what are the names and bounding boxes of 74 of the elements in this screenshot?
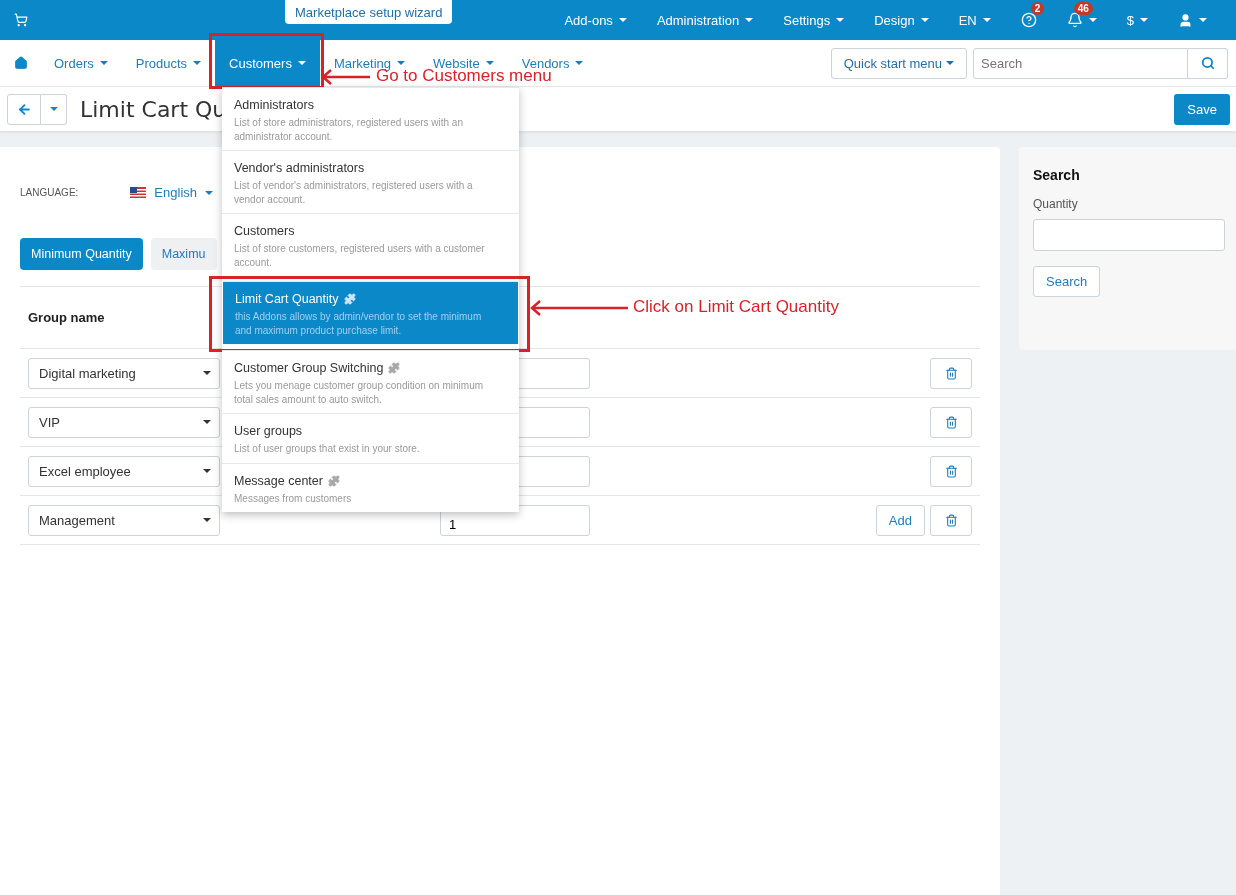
search-field[interactable]: Search: [973, 47, 1188, 79]
save-button[interactable]: Save: [1174, 93, 1230, 125]
caret-icon: [203, 469, 211, 473]
help-icon: [1020, 12, 1037, 28]
caret-icon: [99, 61, 108, 65]
trash-icon: [944, 464, 958, 478]
menu-item[interactable]: Vendor's administrators List of vendor's administrators, registered users with a vendor account.: [222, 150, 519, 213]
menu-item[interactable]: Administrators List of store administrators, registered users with an administrator account.: [222, 87, 519, 150]
add-button[interactable]: Add: [875, 504, 925, 536]
caret-icon: [982, 18, 991, 22]
wizard-button[interactable]: Marketplace setup wizard: [285, 0, 453, 24]
search-button[interactable]: Search: [1033, 266, 1101, 297]
group-select[interactable]: Management: [28, 504, 220, 536]
menu-item[interactable]: Customer Group Switching Lets you menage customer group condition on minimum total sales amount to auto switch.: [222, 350, 519, 413]
currency-menu[interactable]: $: [1111, 12, 1163, 28]
annotation-text: Click on Limit Cart Quantity: [633, 297, 839, 317]
top-menu[interactable]: Settings: [768, 12, 860, 28]
group-select[interactable]: Digital marketing: [28, 357, 220, 389]
group-select[interactable]: Excel employee: [28, 455, 220, 487]
tab[interactable]: Maximu: [150, 238, 217, 270]
caret-icon: [745, 18, 754, 22]
quick-start-button[interactable]: Quick start menu: [830, 47, 967, 79]
caret-icon: [618, 18, 627, 22]
caret-icon: [205, 190, 213, 195]
language-select[interactable]: English: [130, 185, 213, 200]
caret-icon: [297, 61, 306, 65]
search-button[interactable]: [1188, 47, 1228, 79]
history-dropdown[interactable]: [41, 93, 67, 125]
group-select[interactable]: VIP: [28, 406, 220, 438]
nav-tab[interactable]: Products: [135, 53, 202, 73]
delete-button[interactable]: [930, 504, 972, 536]
caret-icon: [397, 61, 405, 65]
back-button[interactable]: [7, 93, 41, 125]
tab[interactable]: Minimum Quantity: [20, 238, 143, 270]
caret-icon: [203, 518, 211, 522]
menu-item[interactable]: Limit Cart Quantity this Addons allows by admin/vendor to set the minimum and maximum product purchase limit.: [223, 281, 518, 344]
caret-icon: [203, 420, 211, 424]
search-icon: [1200, 56, 1215, 70]
quantity-field[interactable]: [1033, 219, 1225, 251]
top-menu[interactable]: Design: [859, 12, 944, 28]
delete-button[interactable]: [930, 406, 972, 438]
notification-badge: 46: [1073, 2, 1093, 15]
caret-icon: [193, 61, 202, 65]
delete-button[interactable]: [930, 455, 972, 487]
delete-button[interactable]: [930, 357, 972, 389]
help-badge: 2: [1030, 2, 1045, 15]
language-label: LANGUAGE:: [20, 187, 79, 198]
caret-icon: [1140, 18, 1148, 22]
caret-icon: [920, 18, 929, 22]
trash-icon: [944, 366, 958, 380]
nav-tab[interactable]: Customers: [215, 39, 320, 87]
caret-icon: [485, 61, 494, 65]
caret-icon: [836, 18, 845, 22]
caret-icon: [575, 61, 584, 65]
caret-icon: [49, 107, 58, 111]
nav-tab[interactable]: Vendors: [521, 53, 584, 73]
panel-title: Search: [1033, 167, 1080, 183]
column-header: Group name: [28, 310, 105, 325]
trash-icon: [944, 513, 958, 527]
menu-item[interactable]: Customers List of store customers, registered users with a customer account.: [222, 213, 519, 276]
menu-item[interactable]: User groups List of user groups that exist in your store.: [222, 413, 519, 463]
bell-icon: [1066, 12, 1083, 28]
caret-icon: [1199, 18, 1207, 22]
caret-icon: [946, 61, 954, 65]
trash-icon: [944, 415, 958, 429]
top-menu[interactable]: Administration: [641, 12, 769, 28]
top-menu[interactable]: EN: [943, 12, 1006, 28]
user-icon: [1178, 12, 1193, 28]
top-menu[interactable]: Add-ons: [549, 12, 642, 28]
nav-tab[interactable]: Orders: [54, 53, 108, 73]
field-label: Quantity: [1033, 197, 1078, 211]
menu-item[interactable]: Message center Messages from customers: [222, 462, 519, 512]
caret-icon: [203, 371, 211, 375]
flag-icon: [130, 187, 147, 198]
